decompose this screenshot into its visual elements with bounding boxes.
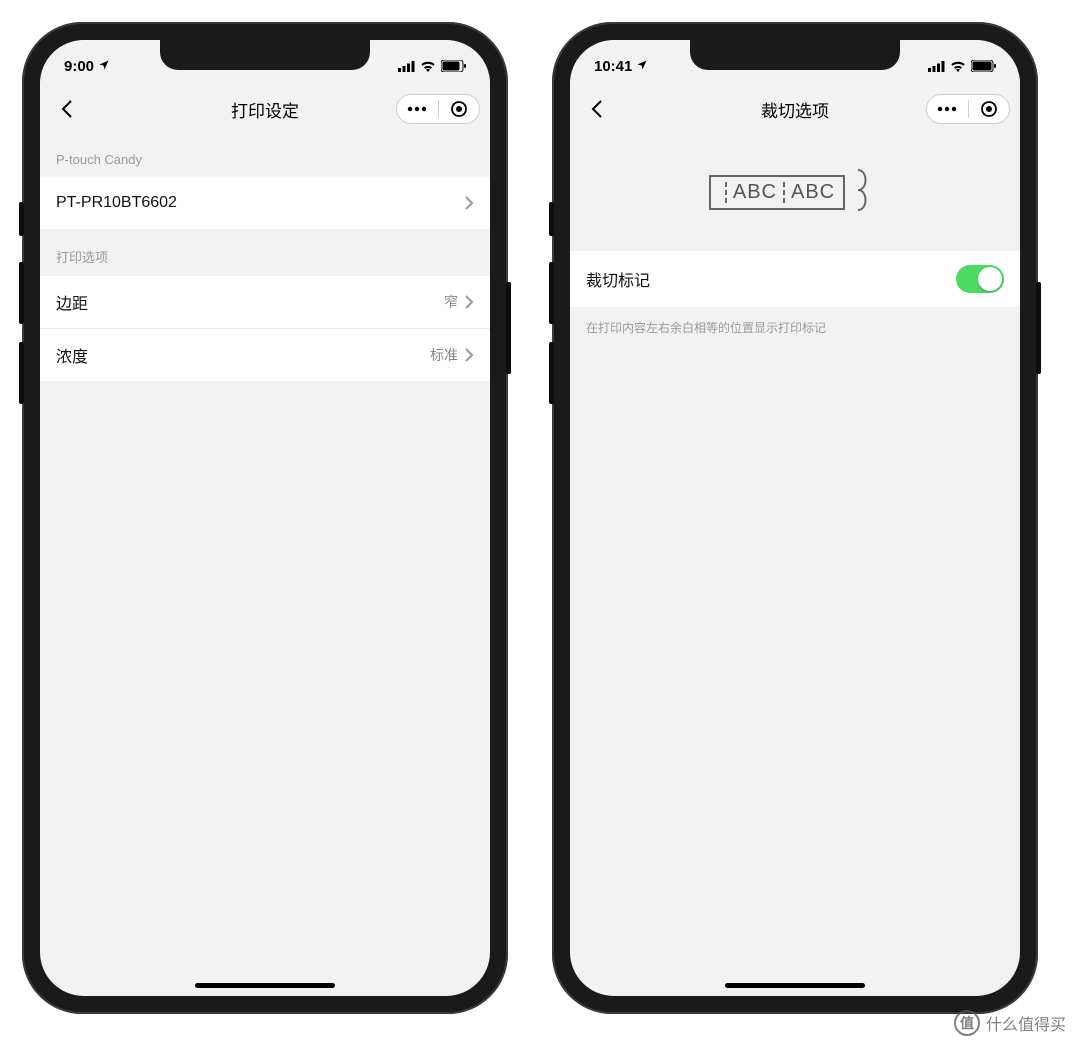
printer-name: PT-PR10BT6602 — [56, 194, 177, 212]
row-label: 浓度 — [56, 343, 88, 367]
watermark-text: 什么值得买 — [986, 1011, 1066, 1035]
side-button — [19, 262, 24, 324]
cut-line-icon — [847, 168, 881, 217]
notch — [160, 40, 370, 70]
back-button[interactable] — [580, 92, 614, 126]
status-time: 10:41 — [594, 58, 632, 75]
cutmark-hint: 在打印内容左右余白相等的位置显示打印标记 — [570, 307, 1020, 349]
chevron-right-icon — [464, 195, 474, 211]
location-icon — [98, 58, 110, 75]
row-cutmark: 裁切标记 — [570, 251, 1020, 307]
signal-icon — [398, 61, 415, 72]
close-button[interactable] — [969, 95, 1010, 123]
side-button — [506, 282, 511, 374]
cutmark-toggle[interactable] — [956, 265, 1004, 293]
cut-preview: ABC ABC — [570, 134, 1020, 251]
label-preview-rect: ABC ABC — [709, 175, 845, 210]
row-value: 窄 — [444, 292, 458, 312]
wifi-icon — [950, 60, 966, 72]
miniprogram-capsule[interactable] — [396, 94, 480, 124]
side-button — [549, 262, 554, 324]
page-title: 打印设定 — [231, 97, 299, 122]
battery-icon — [971, 60, 996, 72]
back-button[interactable] — [50, 92, 84, 126]
side-button — [549, 342, 554, 404]
sample-text: ABC — [791, 181, 835, 204]
menu-button[interactable] — [397, 95, 438, 123]
row-margin[interactable]: 边距 窄 — [40, 276, 490, 328]
row-label: 边距 — [56, 290, 88, 314]
battery-icon — [441, 60, 466, 72]
phone-left: 9:00 — [22, 22, 508, 1014]
toggle-knob — [978, 267, 1002, 291]
section-label-printer: P-touch Candy — [40, 134, 490, 177]
close-button[interactable] — [439, 95, 480, 123]
nav-bar: 裁切选项 — [570, 84, 1020, 134]
page-title: 裁切选项 — [761, 97, 829, 122]
row-printer[interactable]: PT-PR10BT6602 — [40, 177, 490, 229]
row-label: 裁切标记 — [586, 267, 650, 291]
notch — [690, 40, 900, 70]
row-value: 标准 — [430, 345, 458, 365]
section-label-options: 打印选项 — [40, 229, 490, 276]
location-icon — [636, 58, 648, 75]
watermark-badge: 值 — [954, 1010, 980, 1036]
phone-right: 10:41 — [552, 22, 1038, 1014]
home-indicator[interactable] — [725, 983, 865, 988]
sample-text: ABC — [733, 181, 777, 204]
cut-mark-icon — [725, 182, 727, 203]
chevron-right-icon — [464, 347, 474, 363]
side-button — [19, 342, 24, 404]
chevron-right-icon — [464, 294, 474, 310]
side-button — [549, 202, 554, 236]
watermark: 值 什么值得买 — [954, 1010, 1066, 1036]
menu-button[interactable] — [927, 95, 968, 123]
cut-mark-icon — [783, 182, 785, 203]
wifi-icon — [420, 60, 436, 72]
nav-bar: 打印设定 — [40, 84, 490, 134]
miniprogram-capsule[interactable] — [926, 94, 1010, 124]
side-button — [1036, 282, 1041, 374]
row-density[interactable]: 浓度 标准 — [40, 328, 490, 381]
status-time: 9:00 — [64, 58, 94, 75]
home-indicator[interactable] — [195, 983, 335, 988]
signal-icon — [928, 61, 945, 72]
side-button — [19, 202, 24, 236]
